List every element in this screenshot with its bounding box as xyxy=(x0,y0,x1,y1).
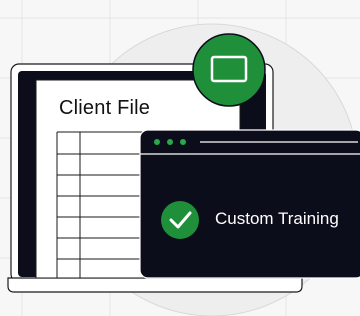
check-icon xyxy=(161,201,199,239)
illustration-art xyxy=(0,0,360,316)
training-card xyxy=(139,129,360,279)
window-dots-icon xyxy=(154,139,186,145)
document-title: Client File xyxy=(59,97,151,119)
monitor-icon xyxy=(192,33,266,107)
training-label: Custom Training xyxy=(215,209,339,228)
illustration: Client File Custom Training xyxy=(0,0,360,316)
